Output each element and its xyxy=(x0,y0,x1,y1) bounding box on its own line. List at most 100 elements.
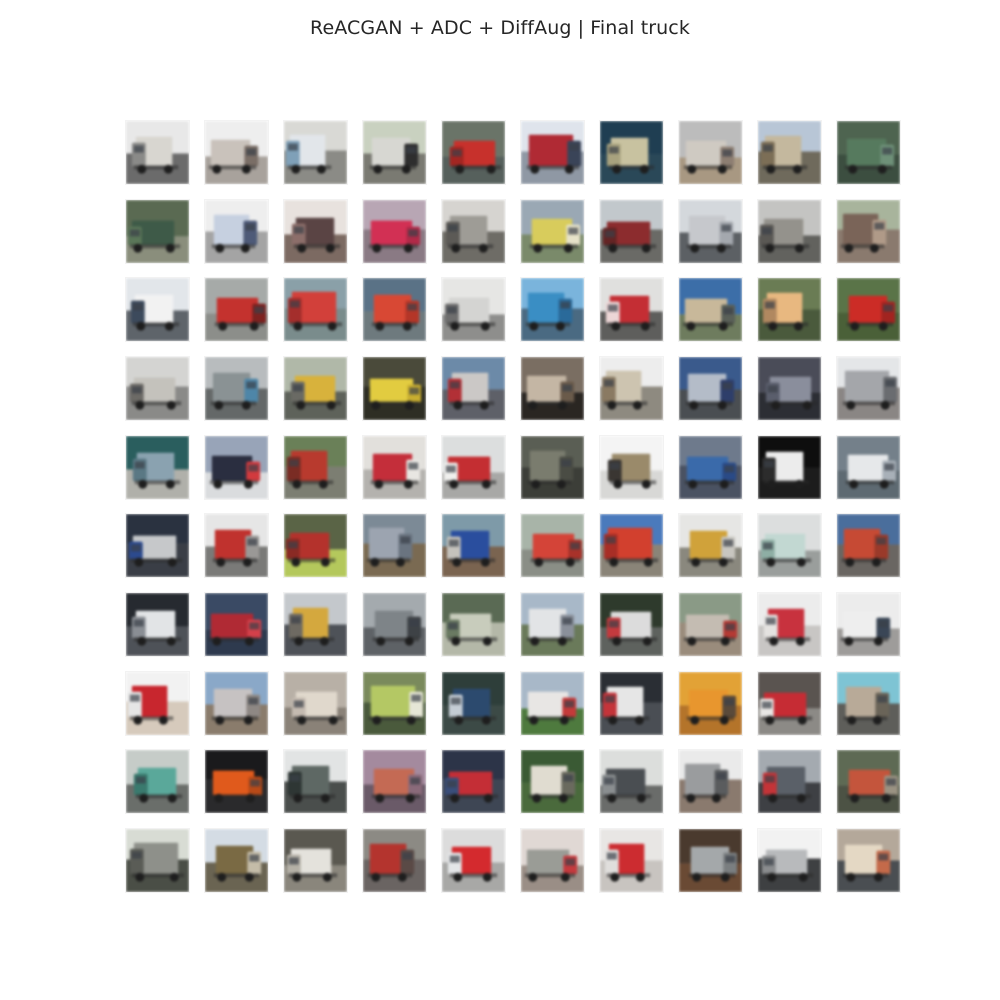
sample-image-r7-c6 xyxy=(521,592,584,656)
sample-image-thumbnail xyxy=(521,750,584,814)
sample-image-r9-c4 xyxy=(363,750,426,814)
sample-image-r8-c3 xyxy=(284,671,347,735)
sample-image-r4-c3 xyxy=(284,356,347,420)
sample-image-r1-c10 xyxy=(837,121,900,184)
sample-image-thumbnail xyxy=(679,750,742,814)
sample-image-thumbnail xyxy=(837,199,900,263)
sample-image-r1-c2 xyxy=(205,121,268,184)
sample-image-thumbnail xyxy=(521,828,584,892)
sample-image-thumbnail xyxy=(205,671,268,735)
sample-image-r10-c2 xyxy=(205,828,268,892)
sample-image-thumbnail xyxy=(363,592,426,656)
sample-image-r4-c8 xyxy=(679,356,742,420)
sample-image-thumbnail xyxy=(442,121,505,184)
sample-image-thumbnail xyxy=(284,121,347,184)
sample-image-thumbnail xyxy=(442,828,505,892)
sample-image-r4-c2 xyxy=(205,356,268,420)
sample-image-thumbnail xyxy=(758,278,821,342)
sample-image-thumbnail xyxy=(679,828,742,892)
sample-image-r9-c8 xyxy=(679,750,742,814)
sample-image-r6-c2 xyxy=(205,514,268,578)
sample-image-r1-c8 xyxy=(679,121,742,184)
sample-image-r10-c1 xyxy=(126,828,189,892)
sample-image-r4-c1 xyxy=(126,356,189,420)
sample-image-thumbnail xyxy=(363,435,426,499)
sample-image-r6-c5 xyxy=(442,514,505,578)
sample-image-thumbnail xyxy=(521,121,584,184)
sample-image-r9-c7 xyxy=(600,750,663,814)
sample-image-r9-c2 xyxy=(205,750,268,814)
sample-image-thumbnail xyxy=(363,750,426,814)
sample-image-r9-c5 xyxy=(442,750,505,814)
sample-image-thumbnail xyxy=(758,671,821,735)
sample-image-r8-c10 xyxy=(837,671,900,735)
sample-image-r6-c6 xyxy=(521,514,584,578)
sample-image-r7-c7 xyxy=(600,592,663,656)
sample-image-r6-c4 xyxy=(363,514,426,578)
sample-image-r6-c9 xyxy=(758,514,821,578)
sample-image-thumbnail xyxy=(600,356,663,420)
sample-image-r10-c3 xyxy=(284,828,347,892)
sample-image-thumbnail xyxy=(758,750,821,814)
sample-image-thumbnail xyxy=(521,278,584,342)
sample-image-thumbnail xyxy=(600,750,663,814)
sample-image-r9-c6 xyxy=(521,750,584,814)
sample-image-r2-c10 xyxy=(837,199,900,263)
sample-image-r8-c5 xyxy=(442,671,505,735)
sample-image-thumbnail xyxy=(758,356,821,420)
sample-image-r1-c1 xyxy=(126,121,189,184)
sample-image-thumbnail xyxy=(442,592,505,656)
sample-image-r3-c2 xyxy=(205,278,268,342)
sample-image-r9-c1 xyxy=(126,750,189,814)
sample-image-thumbnail xyxy=(126,199,189,263)
sample-image-thumbnail xyxy=(600,278,663,342)
sample-image-thumbnail xyxy=(837,828,900,892)
sample-image-r3-c5 xyxy=(442,278,505,342)
sample-image-thumbnail xyxy=(363,121,426,184)
sample-image-thumbnail xyxy=(521,199,584,263)
sample-image-thumbnail xyxy=(679,199,742,263)
sample-image-thumbnail xyxy=(126,121,189,184)
sample-image-r2-c5 xyxy=(442,199,505,263)
sample-image-thumbnail xyxy=(363,278,426,342)
sample-image-r4-c9 xyxy=(758,356,821,420)
sample-image-r10-c10 xyxy=(837,828,900,892)
sample-image-r7-c10 xyxy=(837,592,900,656)
sample-image-thumbnail xyxy=(600,435,663,499)
sample-image-r10-c7 xyxy=(600,828,663,892)
sample-image-r8-c9 xyxy=(758,671,821,735)
sample-image-thumbnail xyxy=(679,592,742,656)
sample-image-r3-c9 xyxy=(758,278,821,342)
sample-image-thumbnail xyxy=(126,435,189,499)
sample-image-thumbnail xyxy=(205,828,268,892)
sample-image-thumbnail xyxy=(679,435,742,499)
sample-image-thumbnail xyxy=(837,592,900,656)
sample-image-thumbnail xyxy=(205,121,268,184)
sample-image-thumbnail xyxy=(521,514,584,578)
sample-image-thumbnail xyxy=(126,356,189,420)
sample-image-r10-c4 xyxy=(363,828,426,892)
sample-image-r4-c5 xyxy=(442,356,505,420)
sample-image-thumbnail xyxy=(205,278,268,342)
sample-image-thumbnail xyxy=(600,592,663,656)
sample-image-thumbnail xyxy=(126,592,189,656)
sample-image-thumbnail xyxy=(284,278,347,342)
sample-image-r3-c8 xyxy=(679,278,742,342)
sample-image-thumbnail xyxy=(442,278,505,342)
sample-image-thumbnail xyxy=(600,671,663,735)
sample-image-r2-c7 xyxy=(600,199,663,263)
sample-image-r5-c3 xyxy=(284,435,347,499)
sample-image-r5-c7 xyxy=(600,435,663,499)
sample-image-thumbnail xyxy=(442,514,505,578)
sample-image-thumbnail xyxy=(205,356,268,420)
sample-image-thumbnail xyxy=(442,671,505,735)
sample-image-thumbnail xyxy=(837,750,900,814)
sample-image-r8-c4 xyxy=(363,671,426,735)
sample-image-r4-c7 xyxy=(600,356,663,420)
sample-image-thumbnail xyxy=(363,828,426,892)
sample-image-thumbnail xyxy=(363,356,426,420)
sample-image-thumbnail xyxy=(521,592,584,656)
sample-image-r10-c8 xyxy=(679,828,742,892)
sample-image-thumbnail xyxy=(126,750,189,814)
sample-image-thumbnail xyxy=(126,278,189,342)
